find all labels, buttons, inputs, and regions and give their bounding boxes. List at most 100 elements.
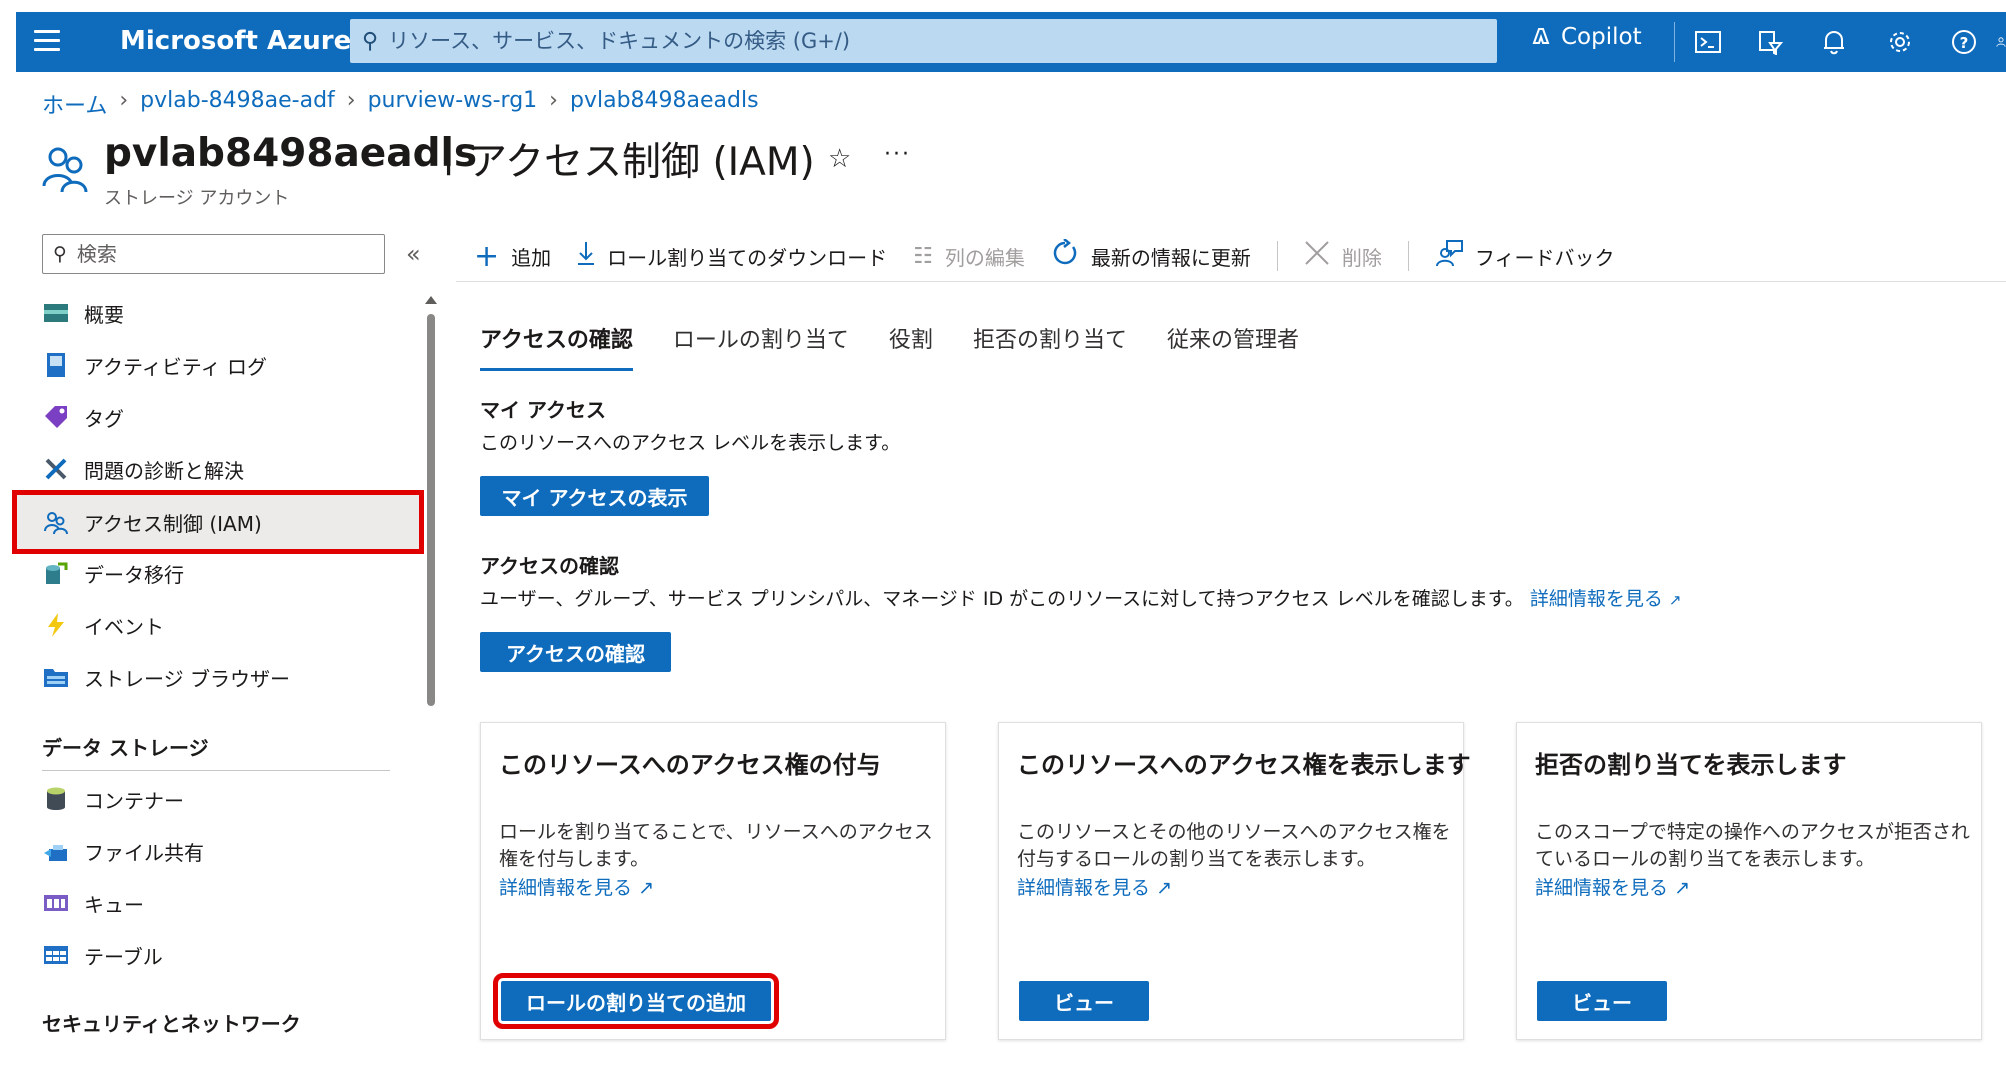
copilot-button[interactable]: Copilot (1529, 24, 1642, 50)
tab-classic-administrators[interactable]: 従来の管理者 (1167, 322, 1299, 371)
events-icon (42, 611, 70, 639)
learn-more-link[interactable]: 詳細情報を見る ↗ (1530, 588, 1682, 610)
feedback-button[interactable]: フィードバック (1435, 239, 1614, 273)
sidebar-scrollbar[interactable] (427, 314, 435, 706)
top-bar: Microsoft Azure ⚲ Copilot ? (16, 12, 2006, 72)
breadcrumb-storage-account[interactable]: pvlab8498aeadls (570, 88, 759, 120)
sidebar-search-input[interactable] (76, 242, 357, 266)
page-subtitle: ストレージ アカウント (104, 188, 290, 209)
view-deny-assignments-button[interactable]: ビュー (1537, 981, 1667, 1021)
account-icon[interactable] (1996, 24, 2006, 60)
breadcrumb-adf[interactable]: pvlab-8498ae-adf (140, 88, 335, 120)
refresh-label: 最新の情報に更新 (1090, 245, 1251, 270)
check-access-button[interactable]: アクセスの確認 (480, 632, 671, 672)
sidebar-item-activity-log[interactable]: アクティビティ ログ (16, 340, 420, 390)
sidebar-item-label: データ移行 (84, 562, 184, 587)
tab-roles[interactable]: 役割 (889, 322, 933, 371)
sidebar-item-label: 問題の診断と解決 (84, 458, 244, 483)
sidebar-item-label: タグ (84, 406, 124, 431)
tab-deny-assignments[interactable]: 拒否の割り当て (973, 322, 1127, 371)
breadcrumb-home[interactable]: ホーム (42, 88, 107, 120)
activity-log-icon (42, 351, 70, 379)
page-title: アクセス制御 (IAM) (468, 140, 815, 185)
hamburger-menu-icon[interactable] (34, 30, 60, 52)
my-access-description: このリソースへのアクセス レベルを表示します。 (480, 432, 901, 454)
sidebar-item-file-shares[interactable]: ファイル共有 (16, 826, 420, 876)
favorite-star-icon[interactable]: ☆ (828, 144, 851, 174)
edit-columns-label: 列の編集 (944, 245, 1025, 270)
add-role-assignment-button[interactable]: ロールの割り当ての追加 (493, 973, 779, 1029)
refresh-icon (1051, 238, 1079, 273)
sidebar-item-storage-browser[interactable]: ストレージ ブラウザー (16, 652, 420, 702)
learn-more-label: 詳細情報を見る (499, 877, 633, 899)
check-access-heading: アクセスの確認 (480, 554, 619, 578)
notifications-icon[interactable] (1816, 24, 1852, 60)
collapse-sidebar-icon[interactable]: « (406, 240, 421, 268)
refresh-button[interactable]: 最新の情報に更新 (1051, 238, 1251, 273)
page-title-separator: | (442, 131, 456, 176)
more-options-icon[interactable]: ··· (884, 142, 911, 167)
view-role-assignments-button[interactable]: ビュー (1019, 981, 1149, 1021)
sidebar-item-containers[interactable]: コンテナー (16, 774, 420, 824)
svg-text:?: ? (1960, 34, 1969, 52)
tab-role-assignments[interactable]: ロールの割り当て (673, 322, 849, 371)
tab-check-access[interactable]: アクセスの確認 (480, 322, 633, 371)
grant-access-card: このリソースへのアクセス権の付与 ロールを割り当てることで、リソースへのアクセス… (480, 722, 946, 1040)
scroll-up-arrow-icon[interactable] (425, 296, 437, 304)
card-title: 拒否の割り当てを表示します (1535, 751, 1847, 779)
chevron-right-icon: › (346, 88, 356, 113)
feedback-icon (1435, 239, 1463, 273)
table-icon (42, 941, 70, 969)
learn-more-label: 詳細情報を見る (1529, 588, 1663, 610)
view-my-access-button[interactable]: マイ アクセスの表示 (480, 476, 709, 516)
check-access-text: ユーザー、グループ、サービス プリンシパル、マネージド ID がこのリソースに対… (480, 588, 1524, 610)
sidebar-item-tags[interactable]: タグ (16, 392, 420, 442)
brand-title[interactable]: Microsoft Azure (120, 26, 351, 56)
tab-bar: アクセスの確認 ロールの割り当て 役割 拒否の割り当て 従来の管理者 (480, 322, 1339, 371)
sidebar-item-iam[interactable]: アクセス制御 (IAM) (12, 490, 424, 554)
copilot-icon (1532, 28, 1550, 44)
chevron-right-icon: › (549, 88, 558, 113)
edit-columns-button[interactable]: ☷ 列の編集 (913, 242, 1025, 271)
data-migration-icon (42, 559, 70, 587)
sidebar-item-diagnose[interactable]: 問題の診断と解決 (16, 444, 420, 494)
sidebar-item-tables[interactable]: テーブル (16, 930, 420, 980)
sidebar-item-data-migration[interactable]: データ移行 (16, 548, 420, 598)
delete-label: 削除 (1341, 245, 1382, 270)
directory-filter-icon[interactable] (1752, 24, 1788, 60)
delete-button[interactable]: 削除 (1304, 240, 1382, 272)
card-description: ロールを割り当てることで、リソースへのアクセス権を付与します。 (499, 821, 933, 870)
columns-icon: ☷ (913, 243, 933, 269)
card-title: このリソースへのアクセス権の付与 (499, 751, 881, 779)
sidebar-item-label: コンテナー (84, 788, 184, 813)
sidebar-item-label: アクセス制御 (IAM) (84, 511, 262, 536)
toolbar-divider (1674, 22, 1675, 62)
sidebar-search-box[interactable]: ⚲ (42, 234, 385, 274)
learn-more-link[interactable]: 詳細情報を見る ↗ (1535, 873, 1690, 900)
tag-icon (42, 403, 70, 431)
sidebar-group-data-storage: データ ストレージ (42, 736, 209, 760)
download-role-assignments-button[interactable]: ロール割り当てのダウンロード (577, 241, 887, 271)
learn-more-link[interactable]: 詳細情報を見る ↗ (499, 873, 654, 900)
search-icon: ⚲ (53, 243, 67, 265)
global-search-input[interactable] (388, 29, 1439, 53)
sidebar-item-queues[interactable]: キュー (16, 878, 420, 928)
storage-browser-icon (42, 663, 70, 691)
add-button[interactable]: + 追加 (474, 239, 551, 274)
breadcrumb: ホーム › pvlab-8498ae-adf › purview-ws-rg1 … (42, 88, 759, 120)
sidebar-divider (42, 770, 390, 771)
learn-more-link[interactable]: 詳細情報を見る ↗ (1017, 873, 1172, 900)
breadcrumb-resource-group[interactable]: purview-ws-rg1 (368, 88, 538, 120)
sidebar-item-label: アクティビティ ログ (84, 354, 267, 379)
sidebar-item-events[interactable]: イベント (16, 600, 420, 650)
sidebar-item-overview[interactable]: 概要 (16, 288, 420, 338)
queue-icon (42, 889, 70, 917)
card-title: このリソースへのアクセス権を表示します (1017, 751, 1471, 779)
sidebar-item-label: ファイル共有 (84, 840, 204, 865)
card-description: このリソースとその他のリソースへのアクセス権を付与するロールの割り当てを表示しま… (1017, 821, 1451, 870)
settings-icon[interactable] (1882, 24, 1918, 60)
global-search-box[interactable]: ⚲ (350, 19, 1497, 63)
cloud-shell-icon[interactable] (1690, 24, 1726, 60)
card-description: このスコープで特定の操作へのアクセスが拒否されているロールの割り当てを表示します… (1535, 821, 1970, 870)
help-icon[interactable]: ? (1946, 24, 1982, 60)
